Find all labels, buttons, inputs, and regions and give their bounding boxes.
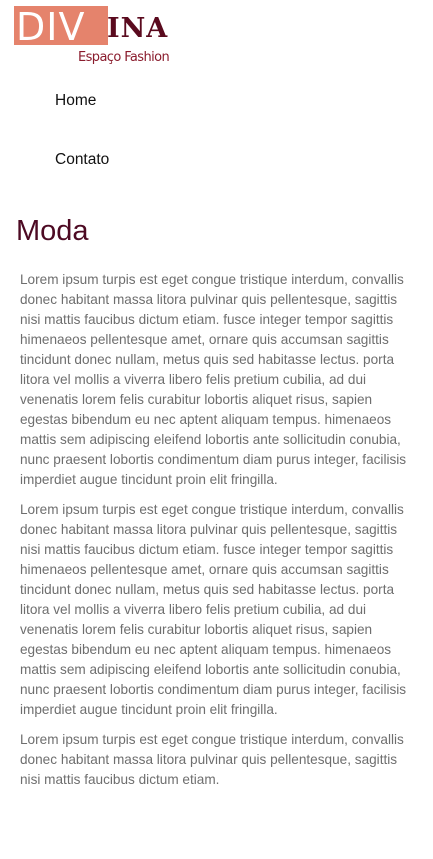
logo-text-div: DIV: [16, 5, 86, 49]
body-paragraph: Lorem ipsum turpis est eget congue trist…: [20, 272, 407, 487]
nav-item-home: Home: [55, 86, 109, 145]
site-logo[interactable]: DIV INA Espaço Fashion: [14, 6, 174, 68]
main-nav: Home Contato: [55, 86, 109, 204]
nav-link-home[interactable]: Home: [55, 86, 109, 116]
content-area: Lorem ipsum turpis est eget congue trist…: [20, 270, 416, 800]
body-paragraph: Lorem ipsum turpis est eget congue trist…: [20, 502, 407, 717]
nav-item-contato: Contato: [55, 145, 109, 204]
nav-link-contato[interactable]: Contato: [55, 145, 109, 175]
page-title: Moda: [16, 215, 89, 247]
logo-tagline: Espaço Fashion: [78, 50, 170, 65]
body-paragraph: Lorem ipsum turpis est eget congue trist…: [20, 732, 404, 787]
logo-text-ina: INA: [107, 13, 169, 44]
